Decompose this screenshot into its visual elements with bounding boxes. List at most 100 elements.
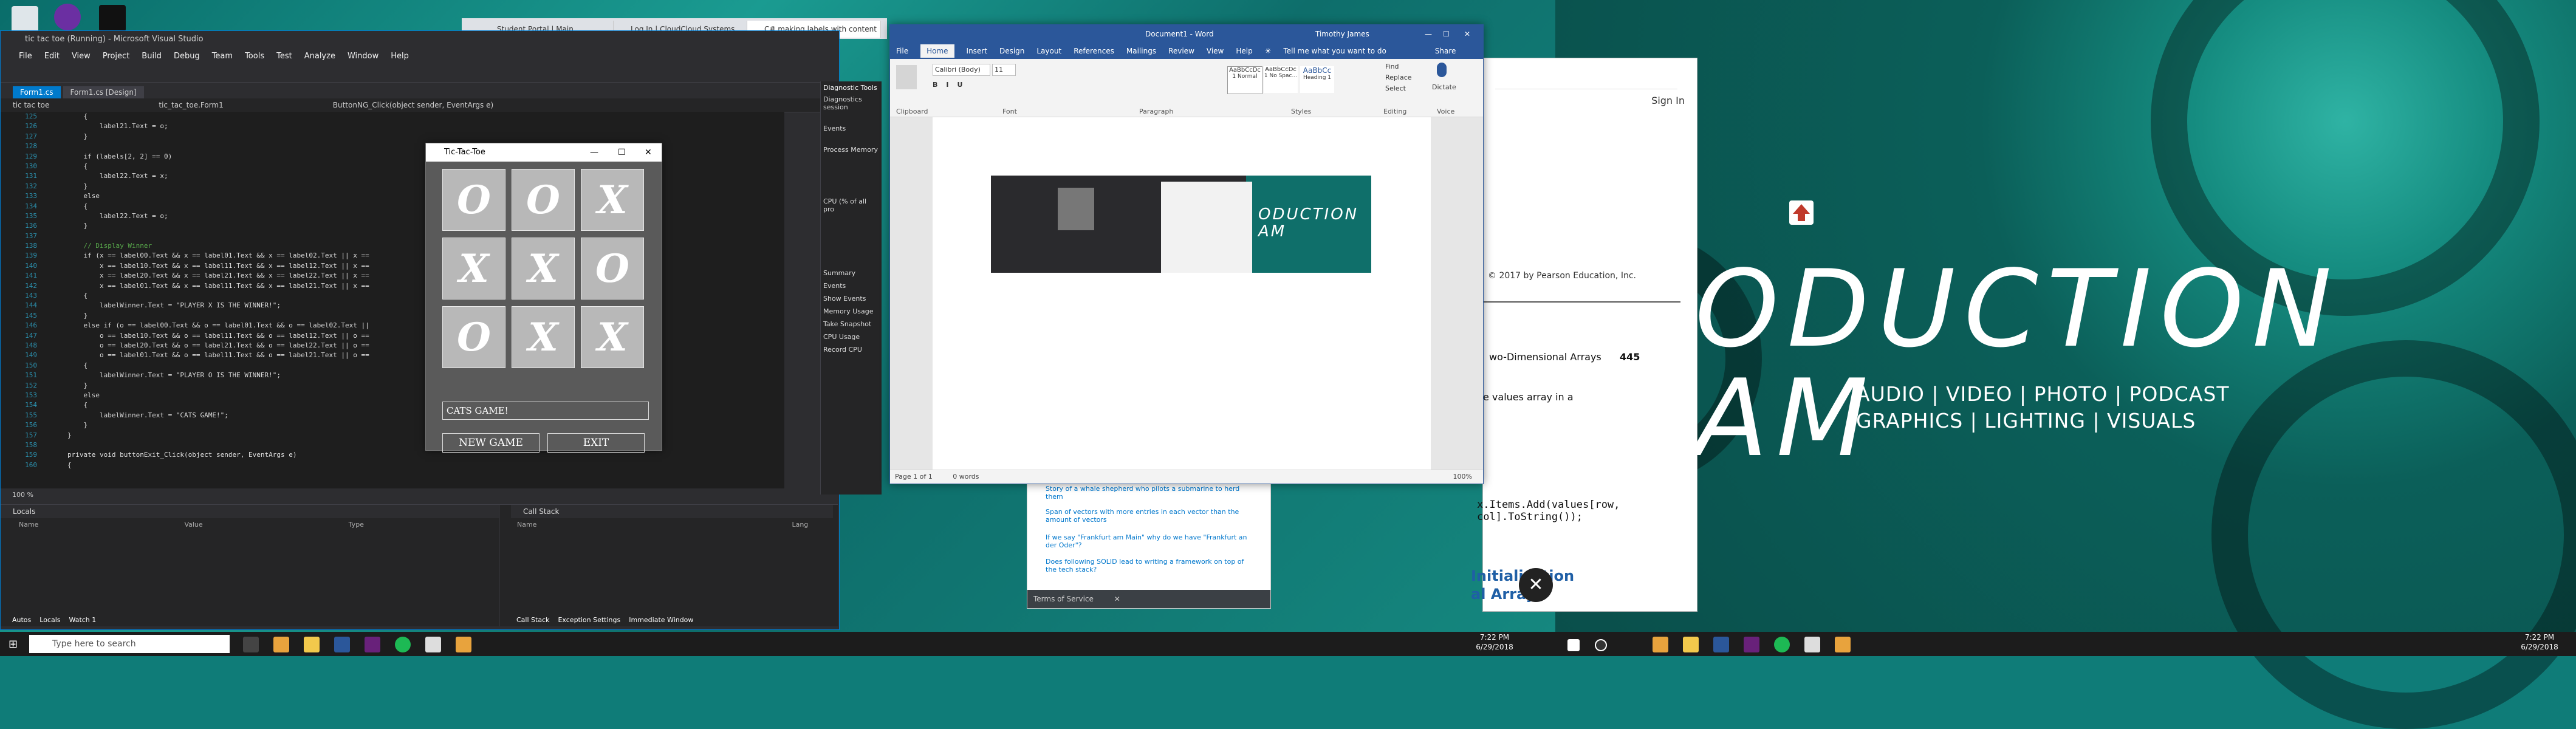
tab-callstack[interactable]: Call Stack [516, 616, 549, 624]
menu-test[interactable]: Test [276, 52, 292, 61]
cortana-icon[interactable] [1595, 639, 1607, 651]
cell-2-1[interactable]: X [512, 306, 575, 368]
minimize-icon[interactable]: — [590, 143, 598, 162]
microphone-icon[interactable] [1437, 63, 1447, 77]
diag-item[interactable]: Process Memory [821, 134, 882, 155]
desktop-icon-vs[interactable] [91, 5, 134, 34]
spotify-icon[interactable] [395, 637, 411, 652]
page-count[interactable]: Page 1 of 1 [895, 473, 933, 481]
embedded-screenshot[interactable]: ODUCTION AM [991, 176, 1371, 273]
minimize-icon[interactable]: — [1425, 25, 1432, 43]
word-count[interactable]: 0 words [953, 473, 979, 481]
close-icon[interactable]: ✕ [1114, 595, 1120, 603]
tab-immediate[interactable]: Immediate Window [629, 616, 693, 624]
close-icon[interactable]: ✕ [645, 143, 652, 162]
tell-me-input[interactable]: Tell me what you want to do [1284, 47, 1386, 55]
menu-project[interactable]: Project [103, 52, 129, 61]
app-icon-2[interactable] [1835, 637, 1851, 652]
nav-member[interactable]: ButtonNG_Click(object sender, EventArgs … [333, 101, 493, 109]
visual-studio-icon[interactable] [365, 637, 380, 652]
so-link[interactable]: Does following SOLID lead to writing a f… [1046, 558, 1252, 573]
word-icon[interactable] [334, 637, 350, 652]
paste-icon[interactable] [896, 65, 917, 89]
share-button[interactable]: Share [1435, 47, 1456, 55]
cell-0-2[interactable]: X [581, 169, 644, 231]
maximize-icon[interactable]: ☐ [1443, 25, 1450, 43]
maximize-icon[interactable]: ☐ [618, 143, 626, 162]
zoom-level[interactable]: 100 % [12, 491, 33, 499]
menu-edit[interactable]: Edit [44, 52, 60, 61]
font-name-select[interactable]: Calibri (Body) [933, 64, 990, 76]
desktop-icon-shortcut[interactable] [1780, 200, 1823, 227]
visual-studio-icon-2[interactable] [1744, 637, 1759, 652]
signin-link[interactable]: Sign In [1651, 95, 1685, 106]
file-explorer-icon-2[interactable] [1683, 637, 1699, 652]
cell-2-2[interactable]: X [581, 306, 644, 368]
menu-tools[interactable]: Tools [245, 52, 264, 61]
close-circle-icon[interactable]: ✕ [1519, 568, 1553, 602]
nav-project[interactable]: tic tac toe [13, 101, 49, 109]
app-icon[interactable] [456, 637, 471, 652]
menu-view[interactable]: View [72, 52, 91, 61]
zoom-percent[interactable]: 100% [1453, 470, 1472, 484]
new-game-button[interactable]: NEW GAME [442, 433, 540, 453]
find-button[interactable]: Find [1385, 63, 1399, 70]
word-tab-design[interactable]: Design [999, 47, 1024, 55]
tab-autos[interactable]: Autos [12, 616, 31, 624]
close-icon[interactable]: ✕ [1464, 25, 1470, 43]
chrome-icon[interactable] [273, 637, 289, 652]
task-view-icon[interactable] [243, 637, 259, 652]
menu-team[interactable]: Team [212, 52, 233, 61]
so-link[interactable]: Span of vectors with more entries in eac… [1046, 508, 1252, 524]
word-tab-help[interactable]: Help [1236, 47, 1252, 55]
tab-exception-settings[interactable]: Exception Settings [558, 616, 620, 624]
word-tab-file[interactable]: File [896, 47, 908, 55]
menu-help[interactable]: Help [391, 52, 409, 61]
chrome-icon-2[interactable] [1653, 637, 1668, 652]
tab-form1-cs[interactable]: Form1.cs [13, 86, 61, 98]
diag-item[interactable]: Events [821, 278, 882, 291]
taskbar-search[interactable]: Type here to search [29, 635, 230, 653]
word-tab-mailings[interactable]: Mailings [1126, 47, 1156, 55]
cell-0-1[interactable]: O [512, 169, 575, 231]
so-link[interactable]: If we say "Frankfurt am Main" why do we … [1046, 533, 1252, 549]
menu-window[interactable]: Window [348, 52, 379, 61]
style-no-spacing[interactable]: AaBbCcDc 1 No Spac... [1264, 66, 1298, 93]
menu-file[interactable]: File [19, 52, 32, 61]
tab-watch[interactable]: Watch 1 [69, 616, 97, 624]
style-heading1[interactable]: AaBbCc Heading 1 [1300, 66, 1334, 93]
windows-start-icon-2[interactable] [1567, 639, 1580, 651]
menu-build[interactable]: Build [142, 52, 162, 61]
spotify-icon-2[interactable] [1774, 637, 1790, 652]
diag-item[interactable]: Take Snapshot [821, 317, 882, 329]
word-tab-layout[interactable]: Layout [1036, 47, 1061, 55]
word-tab-review[interactable]: Review [1168, 47, 1194, 55]
word-tab-home[interactable]: Home [920, 44, 954, 58]
diag-item[interactable]: Summary [821, 214, 882, 278]
clock-right[interactable]: 7:22 PM 6/29/2018 [2515, 632, 2564, 652]
diag-item[interactable]: Record CPU [821, 342, 882, 355]
cell-1-0[interactable]: X [442, 238, 505, 299]
document-page[interactable]: ODUCTION AM [933, 117, 1431, 470]
so-link[interactable]: Story of a whale shepherd who pilots a s… [1046, 485, 1252, 501]
cell-0-0[interactable]: O [442, 169, 505, 231]
cell-2-0[interactable]: O [442, 306, 505, 368]
terms-link[interactable]: Terms of Service [1033, 595, 1094, 603]
code-editor[interactable]: 125 126 127 128 129 130 131 132 133 134 135 136 137 1… [1, 112, 784, 488]
word-tab-references[interactable]: References [1074, 47, 1114, 55]
windows-start-icon[interactable]: ⊞ [9, 638, 18, 651]
replace-button[interactable]: Replace [1385, 74, 1412, 81]
notepad-icon[interactable] [425, 637, 441, 652]
word-tab-view[interactable]: View [1207, 47, 1224, 55]
font-size-select[interactable]: 11 [992, 64, 1016, 76]
format-buttons[interactable]: BIU [933, 81, 971, 89]
diag-item[interactable]: Events [821, 112, 882, 134]
cell-1-1[interactable]: X [512, 238, 575, 299]
exit-button[interactable]: EXIT [547, 433, 645, 453]
cell-1-2[interactable]: O [581, 238, 644, 299]
menu-analyze[interactable]: Analyze [304, 52, 335, 61]
word-icon-2[interactable] [1713, 637, 1729, 652]
tab-locals[interactable]: Locals [39, 616, 60, 624]
clock-left[interactable]: 7:22 PM 6/29/2018 [1470, 632, 1519, 652]
word-tab-insert[interactable]: Insert [967, 47, 987, 55]
